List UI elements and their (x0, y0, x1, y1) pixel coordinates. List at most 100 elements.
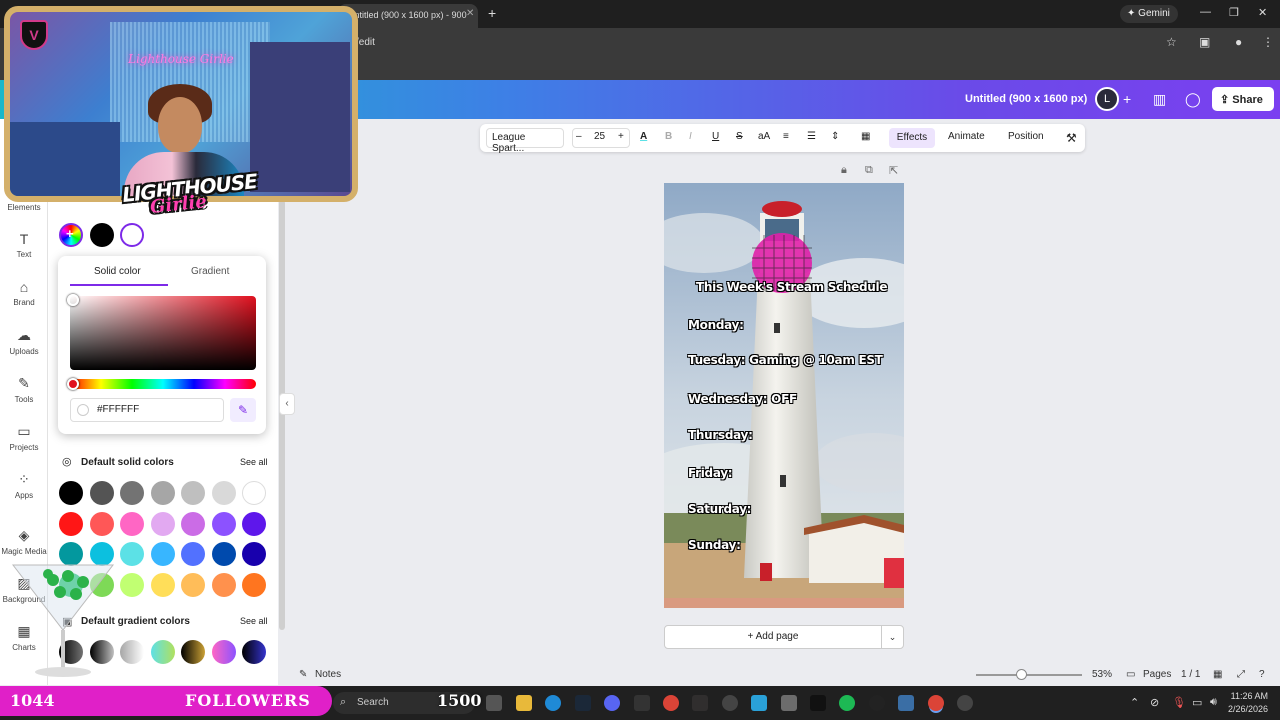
color-swatch[interactable] (150, 511, 175, 536)
doc-color-swatch[interactable] (120, 223, 144, 247)
rail-item-magic-media[interactable]: ◈ Magic Media (0, 527, 48, 556)
rail-item-uploads[interactable]: ☁ Uploads (0, 327, 48, 356)
transparency-icon[interactable]: ▦ (861, 131, 870, 142)
maximize-icon[interactable]: ❐ (1229, 6, 1239, 19)
obs-icon[interactable] (692, 695, 708, 711)
zoom-level[interactable]: 53% (1092, 669, 1112, 680)
tray-icon[interactable]: ⊘ (1150, 696, 1159, 709)
hex-input[interactable]: #FFFFFF (70, 398, 224, 422)
add-page-button[interactable]: + Add page (664, 625, 882, 649)
see-all-gradient-link[interactable]: See all (240, 616, 268, 626)
color-swatch[interactable] (242, 542, 266, 566)
schedule-day[interactable]: Tuesday: Gaming @ 10am EST (688, 353, 883, 367)
font-size-value[interactable]: 25 (594, 131, 605, 142)
color-swatch[interactable] (120, 481, 144, 505)
list-icon[interactable]: ☰ (807, 131, 816, 142)
saturation-picker[interactable] (70, 296, 256, 370)
color-swatch[interactable] (211, 572, 236, 597)
color-swatch[interactable] (150, 572, 175, 597)
color-swatch[interactable] (211, 481, 236, 505)
underline-icon[interactable]: U (712, 131, 719, 142)
url-text[interactable]: /edit (356, 37, 375, 48)
cast-icon[interactable]: ▣ (1199, 35, 1210, 49)
schedule-day[interactable]: Friday: (688, 466, 733, 480)
schedule-day[interactable]: Thursday: (688, 428, 753, 442)
schedule-day[interactable]: Sunday: (688, 538, 741, 552)
discord-icon[interactable] (604, 695, 620, 711)
saturation-handle[interactable] (67, 294, 79, 306)
align-icon[interactable]: ≡ (783, 131, 789, 142)
lock-icon[interactable]: 🔒︎ (841, 164, 847, 177)
minimize-icon[interactable]: — (1200, 6, 1211, 18)
panel-scrollbar[interactable] (279, 200, 285, 630)
animate-button[interactable]: Animate (948, 131, 985, 142)
zoom-slider[interactable] (976, 674, 1082, 676)
gradient-swatch[interactable] (242, 640, 266, 664)
decrease-size-icon[interactable]: – (576, 131, 582, 142)
browser-tab-active[interactable]: Untitled (900 x 1600 px) - 900 (338, 4, 478, 28)
schedule-day[interactable]: Saturday: (688, 502, 751, 516)
effects-button[interactable]: Effects (889, 128, 935, 148)
color-swatch[interactable] (242, 481, 266, 505)
notes-icon[interactable]: ✎ (299, 669, 307, 680)
app-icon[interactable] (957, 695, 973, 711)
gradient-swatch[interactable] (181, 640, 205, 664)
color-swatch[interactable] (211, 511, 236, 536)
color-swatch[interactable] (59, 511, 83, 536)
clock-date[interactable]: 2/26/2026 (1226, 704, 1268, 714)
app-icon[interactable] (869, 695, 885, 711)
color-swatch[interactable] (211, 542, 236, 566)
gemini-button[interactable]: ✦ Gemini (1120, 5, 1178, 23)
color-swatch[interactable] (242, 511, 266, 536)
zoom-slider-handle[interactable] (1016, 669, 1027, 680)
task-view-icon[interactable] (486, 695, 502, 711)
capcut-icon[interactable] (810, 695, 826, 711)
rail-item-projects[interactable]: ▭ Projects (0, 423, 48, 452)
comment-icon[interactable]: ◯ (1185, 91, 1201, 108)
share-button[interactable]: ⇪ Share (1212, 87, 1274, 111)
notes-button[interactable]: Notes (315, 669, 341, 680)
bold-icon[interactable]: B (665, 131, 672, 142)
duplicate-icon[interactable]: ⧉ (865, 164, 873, 177)
rail-item-apps[interactable]: ⁘ Apps (0, 471, 48, 500)
new-tab-icon[interactable]: + (488, 5, 496, 21)
media-player-icon[interactable] (722, 695, 738, 711)
paint-format-icon[interactable]: ⚒ (1066, 131, 1077, 145)
fullscreen-icon[interactable]: ⤢ (1237, 669, 1245, 680)
collapse-panel-button[interactable]: ‹ (279, 393, 295, 415)
schedule-title[interactable]: This Week's Stream Schedule (696, 280, 887, 294)
color-swatch[interactable] (181, 572, 205, 597)
spacing-icon[interactable]: ⇕ (831, 131, 839, 142)
strikethrough-icon[interactable]: S (736, 131, 743, 142)
chevron-down-icon[interactable]: ⌄ (881, 625, 904, 649)
color-swatch[interactable] (120, 542, 144, 566)
see-all-solid-link[interactable]: See all (240, 457, 268, 467)
color-swatch[interactable] (150, 542, 175, 566)
insights-chart-icon[interactable]: ▥ (1153, 91, 1166, 108)
steam-icon[interactable] (575, 695, 591, 711)
avatar[interactable]: L (1095, 87, 1119, 111)
display-icon[interactable]: ▭ (1192, 696, 1202, 709)
gradient-swatch[interactable] (150, 640, 175, 664)
color-swatch[interactable] (181, 481, 205, 505)
spotify-icon[interactable] (839, 695, 855, 711)
app-icon[interactable] (898, 695, 914, 711)
color-swatch[interactable] (150, 481, 175, 505)
menu-dots-icon[interactable]: ⋮ (1262, 35, 1274, 49)
color-swatch[interactable] (120, 511, 144, 536)
microphone-icon[interactable]: 🎙︎ (1172, 696, 1186, 709)
rail-item-text[interactable]: T Text (0, 231, 48, 259)
color-swatch[interactable] (59, 481, 83, 505)
text-color-icon[interactable]: A (640, 131, 647, 142)
share-page-icon[interactable]: ⇱ (889, 164, 898, 177)
tab-gradient[interactable]: Gradient (191, 266, 229, 277)
edge-icon[interactable] (545, 695, 561, 711)
color-swatch[interactable] (242, 572, 266, 597)
position-button[interactable]: Position (1008, 131, 1044, 142)
letter-case-icon[interactable]: aA (758, 131, 770, 142)
color-swatch[interactable] (120, 572, 144, 597)
color-swatch[interactable] (89, 481, 114, 505)
grid-view-icon[interactable]: ▦ (1213, 669, 1222, 680)
file-explorer-icon[interactable] (516, 695, 532, 711)
color-swatch[interactable] (181, 511, 205, 536)
